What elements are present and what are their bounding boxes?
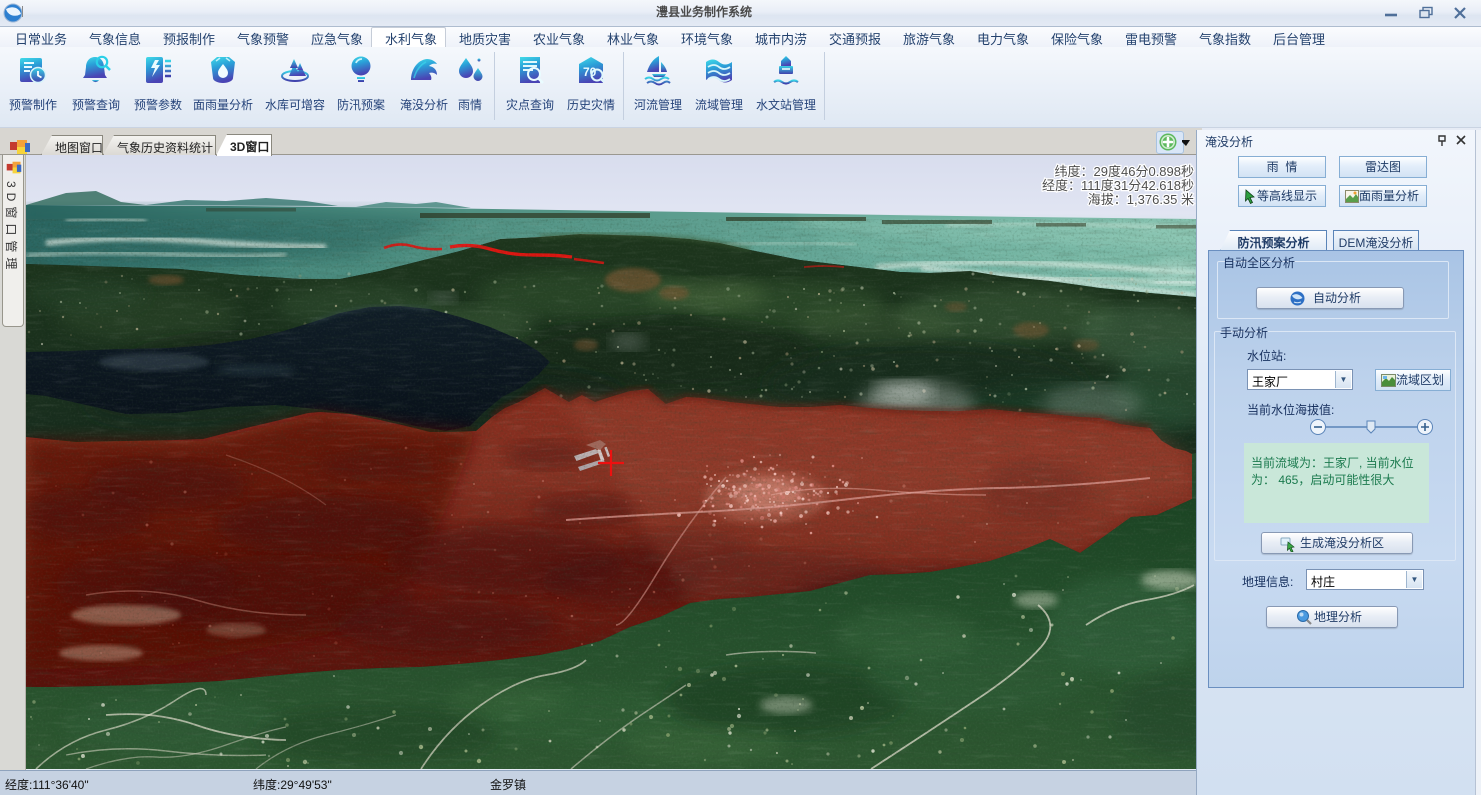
svg-text:经度：111度31分42.618秒: 经度：111度31分42.618秒 xyxy=(1042,178,1194,193)
svg-text:海拔：1,376.35 米: 海拔：1,376.35 米 xyxy=(1088,192,1194,207)
svg-text:纬度：29度46分0.898秒: 纬度：29度46分0.898秒 xyxy=(1055,164,1194,179)
svg-text:70: 70 xyxy=(583,65,597,79)
